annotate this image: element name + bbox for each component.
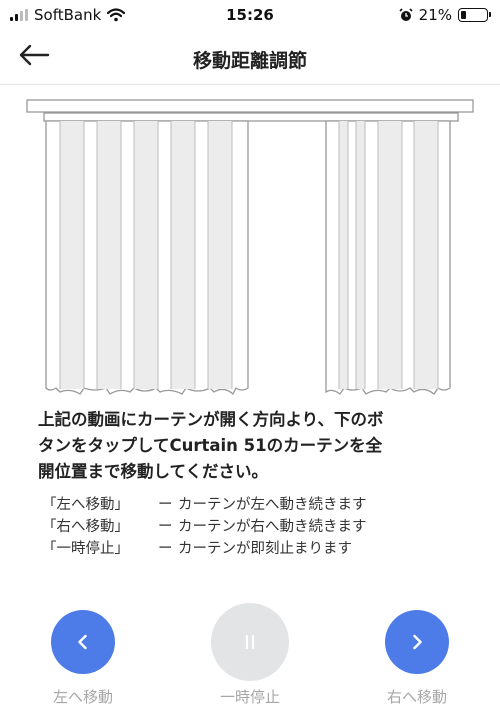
pause-button[interactable] bbox=[211, 603, 289, 681]
instruction-line-1: 上記の動画にカーテンが開く方向より、下のボ bbox=[38, 410, 384, 429]
nav-bar: 移動距離調節 bbox=[0, 32, 500, 85]
legend-dash: ー bbox=[158, 541, 173, 557]
instruction-line-3: 開位置まで移動してください。 bbox=[38, 462, 269, 481]
battery-percent: 21% bbox=[418, 6, 452, 24]
legend-row-right: 「右へ移動」 ー カーテンが右へ動き続きます bbox=[42, 516, 482, 538]
page-title: 移動距離調節 bbox=[192, 50, 307, 72]
move-right-control: 右へ移動 bbox=[372, 610, 462, 707]
left-curtain-panel bbox=[45, 120, 249, 396]
battery-icon bbox=[458, 8, 491, 22]
instruction-text: 上記の動画にカーテンが開く方向より、下のボ タンをタップしてCurtain 51… bbox=[38, 407, 478, 485]
legend-key: 「一時停止」 bbox=[42, 541, 129, 557]
legend-dash: ー bbox=[158, 497, 173, 513]
move-right-button[interactable] bbox=[385, 610, 449, 674]
move-left-control: 左へ移動 bbox=[38, 610, 128, 707]
legend-key: 「右へ移動」 bbox=[42, 519, 129, 535]
chevron-right-icon bbox=[413, 634, 422, 650]
move-left-label: 左へ移動 bbox=[52, 688, 113, 706]
status-right: 21% bbox=[399, 6, 491, 24]
legend-key: 「左へ移動」 bbox=[42, 497, 129, 513]
status-bar: SoftBank 15:26 21% bbox=[0, 0, 500, 32]
pause-control: 一時停止 bbox=[205, 603, 295, 707]
legend-value: カーテンが右へ動き続きます bbox=[178, 519, 367, 535]
curtain-track bbox=[43, 112, 459, 122]
curtain-illustration bbox=[26, 99, 474, 396]
legend-row-left: 「左へ移動」 ー カーテンが左へ動き続きます bbox=[42, 494, 482, 516]
curtain-rail bbox=[26, 99, 474, 113]
legend-dash: ー bbox=[158, 519, 173, 535]
legend-value: カーテンが即刻止まります bbox=[178, 541, 352, 557]
legend-value: カーテンが左へ動き続きます bbox=[178, 497, 367, 513]
alarm-icon bbox=[399, 8, 413, 21]
control-legend: 「左へ移動」 ー カーテンが左へ動き続きます 「右へ移動」 ー カーテンが右へ動… bbox=[42, 494, 482, 560]
pause-label: 一時停止 bbox=[219, 688, 280, 706]
chevron-left-icon bbox=[78, 634, 87, 650]
right-curtain-panel bbox=[325, 120, 451, 395]
instruction-line-2: タンをタップしてCurtain 51のカーテンを全 bbox=[38, 436, 383, 455]
move-right-label: 右へ移動 bbox=[386, 688, 447, 706]
pause-icon bbox=[245, 634, 255, 650]
move-left-button[interactable] bbox=[51, 610, 115, 674]
legend-row-pause: 「一時停止」 ー カーテンが即刻止まります bbox=[42, 538, 482, 560]
